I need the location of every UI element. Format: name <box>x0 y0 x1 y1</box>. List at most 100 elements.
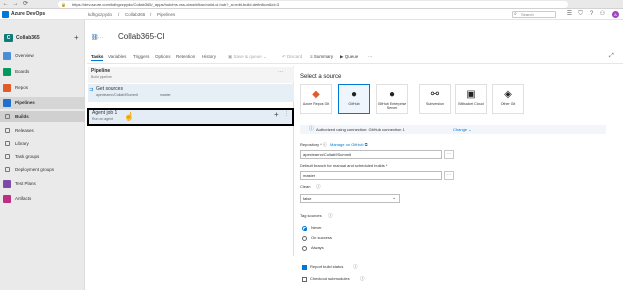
breadcrumb-project[interactable]: Collab365 <box>125 10 145 19</box>
github-icon: ● <box>388 89 396 100</box>
queue-label: Queue <box>344 54 359 59</box>
forward-arrow-icon[interactable]: → <box>12 1 19 8</box>
checkout-submodules-label: Checkout submodules <box>310 276 350 281</box>
source-repo: apexlearnn/Collab9Summit <box>96 93 139 97</box>
add-icon[interactable]: + <box>74 33 79 42</box>
clean-label: Clean <box>300 184 311 189</box>
breadcrumb-pipelines[interactable]: Pipelines <box>157 10 175 19</box>
address-bar[interactable]: https://dev.azure.com/kdhgxzpydo/Collab3… <box>58 1 568 8</box>
source-option-other-git[interactable]: ◈ Other Git <box>492 84 524 114</box>
branch-label: Default branch for manual and scheduled … <box>300 163 388 168</box>
tab-variables[interactable]: Variables <box>108 53 126 60</box>
sidebar-item-boards[interactable]: Boards <box>0 66 85 78</box>
breadcrumb-org[interactable]: kdhgxzpydo <box>88 10 112 19</box>
source-icon: ⇉ <box>89 87 94 93</box>
add-task-button[interactable]: + <box>274 110 279 119</box>
project-name[interactable]: Collab365 <box>16 34 40 42</box>
manage-on-github-link[interactable]: Manage on GitHub ⧉ <box>330 142 368 148</box>
avatar[interactable]: A <box>612 11 619 18</box>
branch-more-button[interactable]: ··· <box>444 171 454 180</box>
sidebar-item-builds[interactable]: Builds <box>0 111 85 122</box>
source-option-github[interactable]: ● GitHub <box>338 84 370 114</box>
user-settings-icon[interactable]: ⚇ <box>599 10 606 19</box>
sidebar-item-test-plans[interactable]: Test Plans <box>0 178 85 190</box>
project-avatar[interactable]: C <box>4 34 13 42</box>
repository-input[interactable]: apexlearnn/Collab9Summit <box>300 150 442 159</box>
search-input[interactable]: Search <box>512 11 556 18</box>
brand-name[interactable]: Azure DevOps <box>11 10 45 19</box>
more-actions-button[interactable]: ··· <box>98 34 103 42</box>
sidebar-item-label: Deployment groups <box>15 167 55 172</box>
radio-label: Always <box>311 245 324 250</box>
sidebar-item-artifacts[interactable]: Artifacts <box>0 193 85 205</box>
pipeline-more-button[interactable]: ··· <box>278 69 283 76</box>
radio-label: Never <box>311 225 322 230</box>
tab-retention[interactable]: Retention <box>176 53 195 60</box>
radio-never[interactable] <box>302 226 307 231</box>
lock-icon: 🔒 <box>61 2 66 7</box>
discard-button[interactable]: ↶ Discard <box>282 53 302 60</box>
auth-message: Authorized using connection: GitHub conn… <box>316 127 405 132</box>
sidebar-item-deployment-groups[interactable]: Deployment groups <box>0 164 85 175</box>
sidebar-item-label: Task groups <box>15 154 40 159</box>
pipeline-subtitle: Build pipeline <box>91 75 112 79</box>
info-icon: ⓘ <box>309 126 315 132</box>
source-option-label: GitHub <box>348 102 360 106</box>
clean-dropdown[interactable]: false <box>300 194 400 203</box>
radio-always[interactable] <box>302 246 307 251</box>
back-arrow-icon[interactable]: ← <box>2 1 9 8</box>
sidebar-item-releases[interactable]: Releases <box>0 125 85 136</box>
tab-options[interactable]: Options <box>155 53 171 60</box>
marketplace-icon[interactable]: ⛉ <box>577 10 584 19</box>
tab-history[interactable]: History <box>202 53 216 60</box>
save-and-queue-button[interactable]: ▣ Save & queue ⌄ <box>228 53 267 60</box>
source-option-subversion[interactable]: ⚯ Subversion <box>419 84 451 114</box>
list-icon[interactable]: ☰ <box>566 10 573 19</box>
pipelines-icon <box>3 99 11 107</box>
source-option-label: Subversion <box>426 102 444 106</box>
info-icon[interactable]: ⓘ <box>328 213 333 219</box>
discard-label: Discard <box>287 54 303 59</box>
repository-more-button[interactable]: ··· <box>444 150 454 159</box>
task-groups-icon <box>5 154 10 159</box>
checkout-submodules-checkbox[interactable] <box>302 277 307 282</box>
sidebar-item-repos[interactable]: Repos <box>0 82 85 94</box>
agent-job-menu-button[interactable]: ⋮ <box>284 110 289 119</box>
source-option-azure-repos-git[interactable]: ◆ Azure Repos Git <box>300 84 332 114</box>
sidebar-item-label: Boards <box>15 69 30 74</box>
source-option-github-enterprise[interactable]: ● GitHub Enterprise Server <box>376 84 408 114</box>
pipeline-header[interactable] <box>88 67 294 83</box>
radio-on-success[interactable] <box>302 236 307 241</box>
reload-icon[interactable]: ⟳ <box>22 1 29 8</box>
info-icon[interactable]: ⓘ <box>360 276 365 282</box>
sidebar-item-label: Repos <box>15 85 29 90</box>
sidebar-item-overview[interactable]: Overview <box>0 50 85 62</box>
page-title[interactable]: Collab365-CI <box>118 31 165 43</box>
source-option-label: Azure Repos Git <box>302 102 330 106</box>
azure-devops-logo-icon[interactable] <box>2 11 9 18</box>
report-build-status-checkbox[interactable] <box>302 265 307 270</box>
agent-job-row[interactable] <box>87 108 294 126</box>
repos-icon <box>3 84 11 92</box>
summary-button[interactable]: ≡ Summary <box>310 53 333 60</box>
info-icon[interactable]: ⓘ <box>316 184 321 190</box>
branch-input[interactable]: master <box>300 171 442 180</box>
breadcrumb-separator: / <box>150 12 152 17</box>
agent-job-title: Agent job 1 <box>92 110 118 116</box>
source-option-bitbucket-cloud[interactable]: ▣ Bitbucket Cloud <box>455 84 487 114</box>
change-connection-link[interactable]: Change ⌄ <box>453 126 471 133</box>
bitbucket-icon: ▣ <box>466 89 476 100</box>
tab-triggers[interactable]: Triggers <box>133 53 149 60</box>
help-icon[interactable]: ? <box>588 10 595 19</box>
artifacts-icon <box>3 195 11 203</box>
queue-button[interactable]: ▶ Queue <box>340 53 358 60</box>
sidebar-item-pipelines[interactable]: Pipelines <box>0 97 85 109</box>
expand-icon[interactable]: ⤢ <box>609 52 614 60</box>
tab-tasks[interactable]: Tasks <box>91 53 104 61</box>
sidebar-item-library[interactable]: Library <box>0 138 85 149</box>
sidebar-item-task-groups[interactable]: Task groups <box>0 151 85 162</box>
info-icon[interactable]: ⓘ <box>353 264 358 270</box>
radio-label: On success <box>311 235 332 240</box>
toolbar-more-button[interactable]: ··· <box>368 53 373 60</box>
tag-sources-label: Tag sources <box>300 213 322 218</box>
